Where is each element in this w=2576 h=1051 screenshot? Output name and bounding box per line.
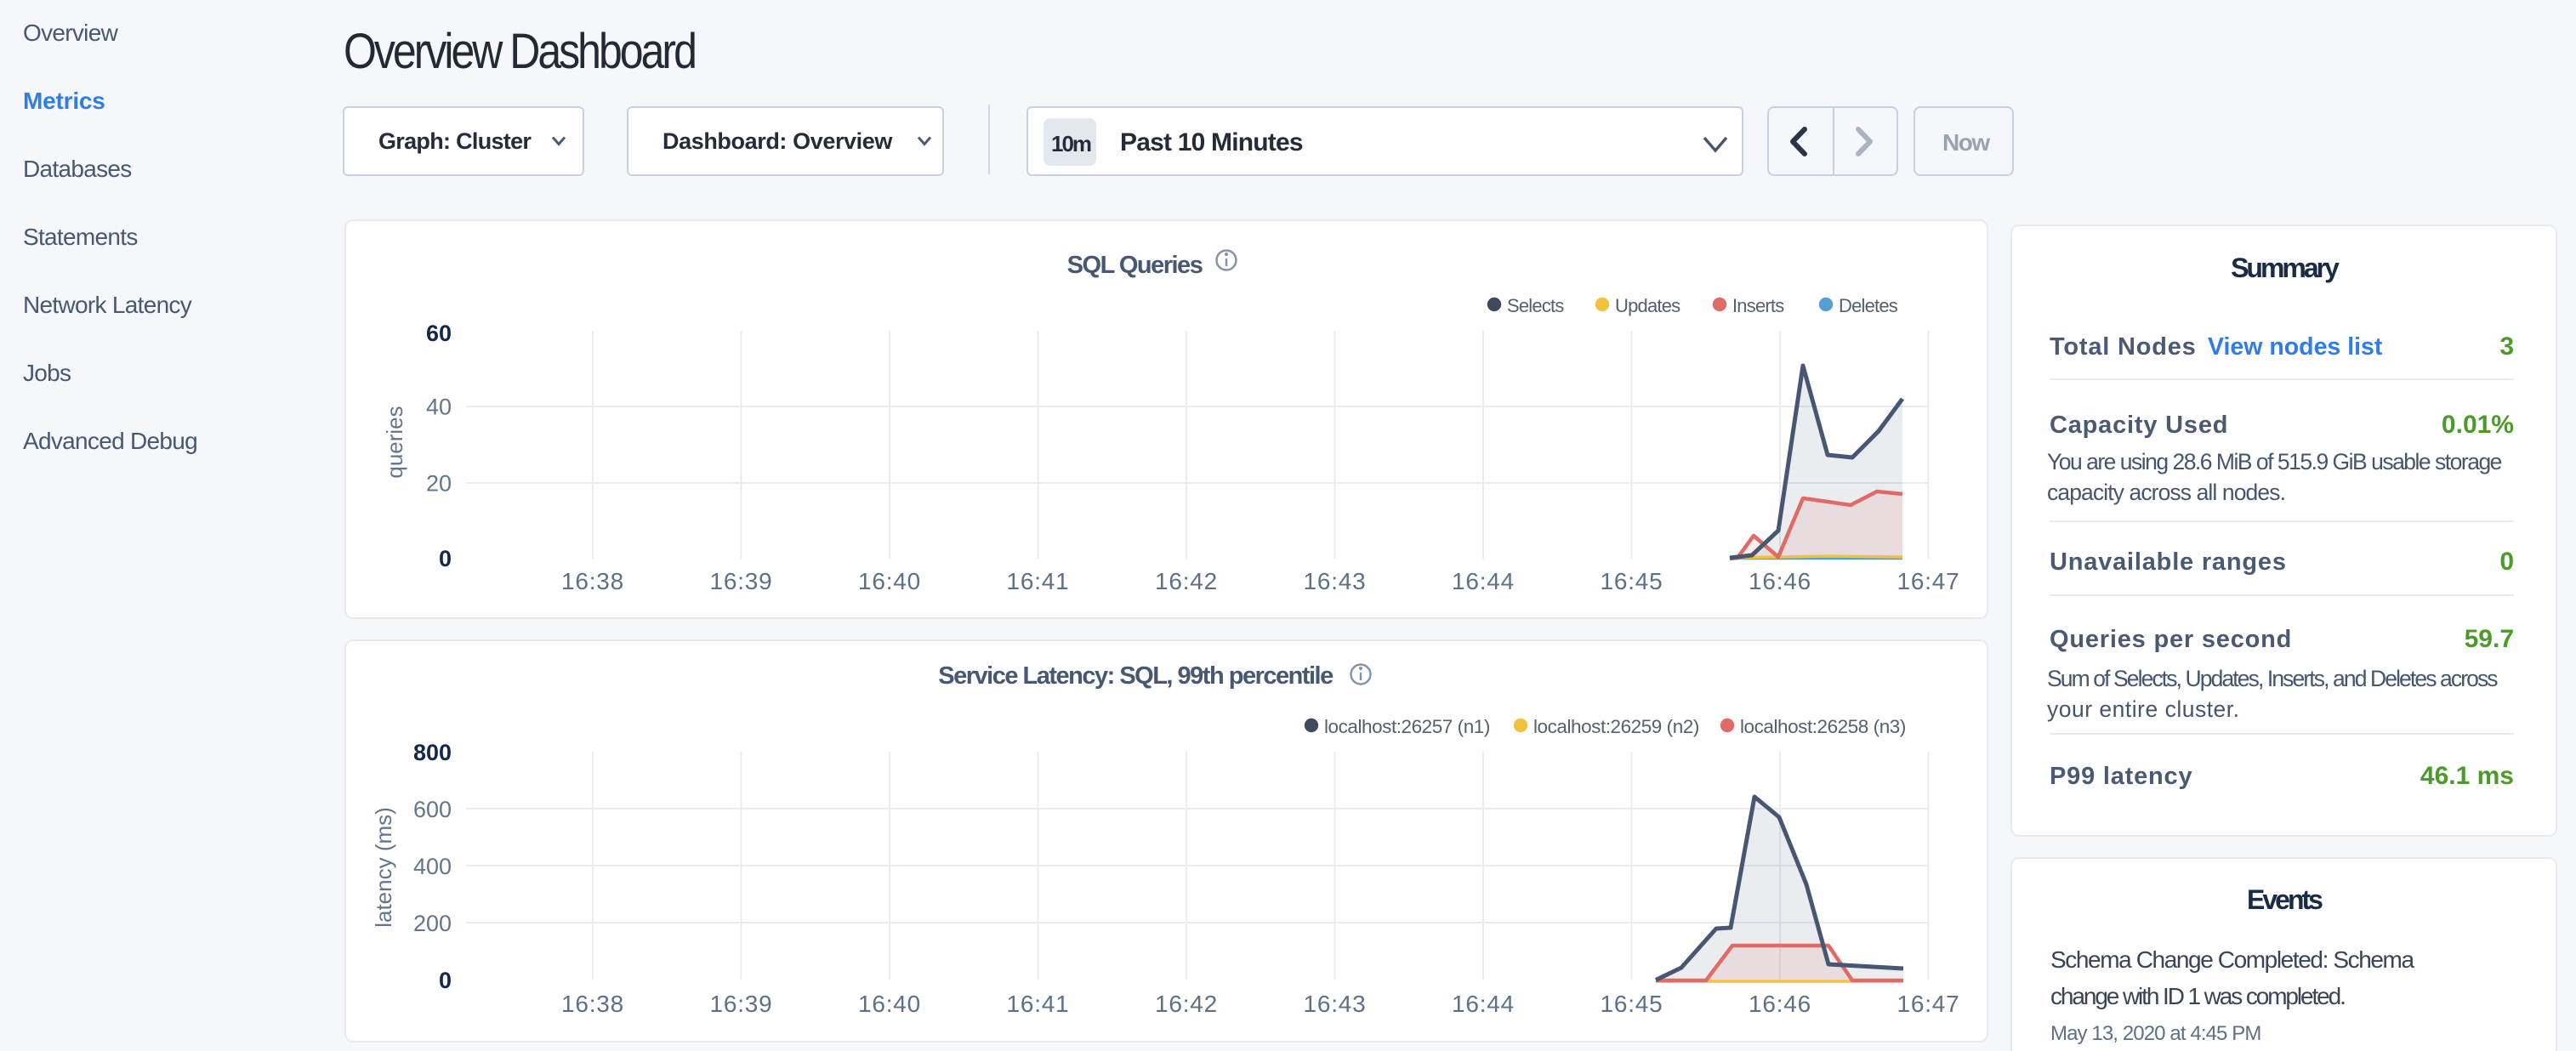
svg-text:16:43: 16:43 [1303, 991, 1366, 1017]
svg-text:Updates: Updates [1615, 295, 1680, 316]
svg-text:Deletes: Deletes [1839, 295, 1898, 316]
svg-text:40: 40 [426, 395, 452, 420]
svg-text:600: 600 [413, 797, 452, 822]
svg-text:16:41: 16:41 [1006, 991, 1069, 1017]
svg-text:16:43: 16:43 [1303, 568, 1366, 594]
svg-text:16:44: 16:44 [1452, 991, 1515, 1017]
svg-text:Selects: Selects [1507, 295, 1564, 316]
svg-text:60: 60 [426, 321, 452, 346]
svg-text:SQL Queries: SQL Queries [1067, 252, 1203, 279]
svg-text:200: 200 [413, 911, 452, 936]
svg-text:16:40: 16:40 [858, 568, 921, 594]
svg-text:16:44: 16:44 [1452, 568, 1515, 594]
svg-text:16:41: 16:41 [1006, 568, 1069, 594]
svg-text:16:47: 16:47 [1896, 568, 1959, 594]
svg-text:16:46: 16:46 [1749, 991, 1811, 1017]
svg-text:localhost:26258 (n3): localhost:26258 (n3) [1740, 716, 1906, 737]
svg-text:16:39: 16:39 [709, 991, 772, 1017]
svg-text:16:38: 16:38 [561, 991, 624, 1017]
svg-text:0: 0 [439, 546, 452, 571]
svg-text:16:38: 16:38 [561, 568, 624, 594]
svg-text:Inserts: Inserts [1732, 295, 1784, 316]
svg-text:800: 800 [413, 740, 452, 765]
svg-text:16:45: 16:45 [1600, 991, 1663, 1017]
svg-text:16:46: 16:46 [1749, 568, 1811, 594]
svg-text:16:42: 16:42 [1155, 991, 1218, 1017]
svg-text:16:40: 16:40 [858, 991, 921, 1017]
svg-text:latency (ms): latency (ms) [371, 807, 396, 928]
svg-text:0: 0 [439, 968, 452, 993]
svg-text:16:42: 16:42 [1155, 568, 1218, 594]
svg-text:400: 400 [413, 854, 452, 879]
svg-text:Service Latency: SQL, 99th per: Service Latency: SQL, 99th percentile [938, 662, 1333, 690]
svg-text:20: 20 [426, 471, 452, 497]
svg-text:queries: queries [382, 406, 407, 478]
svg-text:localhost:26259 (n2): localhost:26259 (n2) [1533, 716, 1699, 737]
svg-text:localhost:26257 (n1): localhost:26257 (n1) [1324, 716, 1490, 737]
svg-text:16:45: 16:45 [1600, 568, 1663, 594]
svg-text:16:39: 16:39 [709, 568, 772, 594]
svg-text:16:47: 16:47 [1896, 991, 1959, 1017]
